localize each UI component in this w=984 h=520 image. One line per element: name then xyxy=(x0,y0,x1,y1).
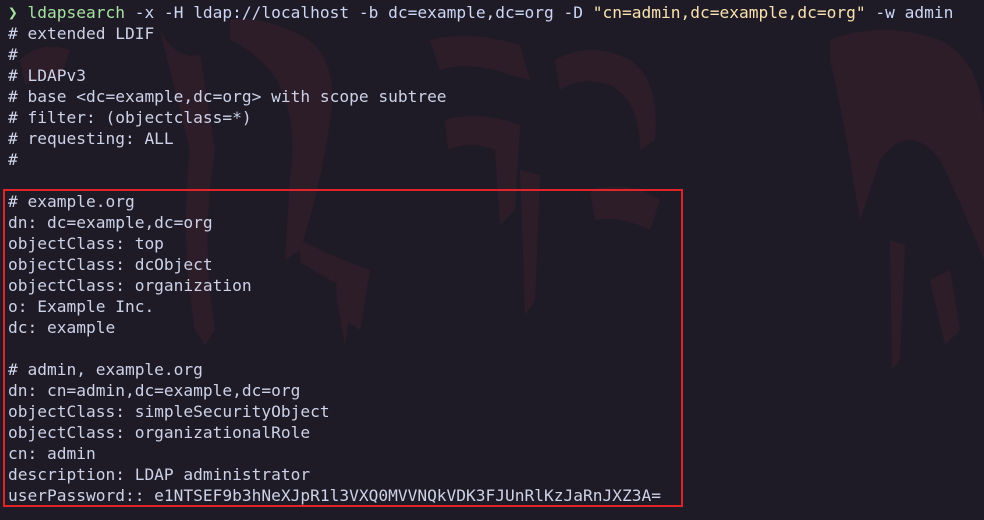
command-quoted-arg: "cn=admin,dc=example,dc=org" xyxy=(592,3,866,22)
command-args-tail: -w admin xyxy=(865,3,954,22)
command-args: -x -H ldap://localhost -b dc=example,dc=… xyxy=(124,3,593,22)
prompt-icon: ❯ xyxy=(8,3,18,22)
output-line: # requesting: ALL xyxy=(8,129,174,148)
highlight-annotation xyxy=(3,189,683,507)
output-line: # base <dc=example,dc=org> with scope su… xyxy=(8,87,447,106)
command-program: ldapsearch xyxy=(27,3,125,22)
output-line: # xyxy=(8,150,18,169)
output-line: # filter: (objectclass=*) xyxy=(8,108,252,127)
command-line: ❯ ldapsearch -x -H ldap://localhost -b d… xyxy=(8,2,984,23)
output-line: # xyxy=(8,45,18,64)
output-line: # LDAPv3 xyxy=(8,66,86,85)
output-line: # extended LDIF xyxy=(8,24,155,43)
terminal-window[interactable]: ❯ ldapsearch -x -H ldap://localhost -b d… xyxy=(0,0,984,520)
